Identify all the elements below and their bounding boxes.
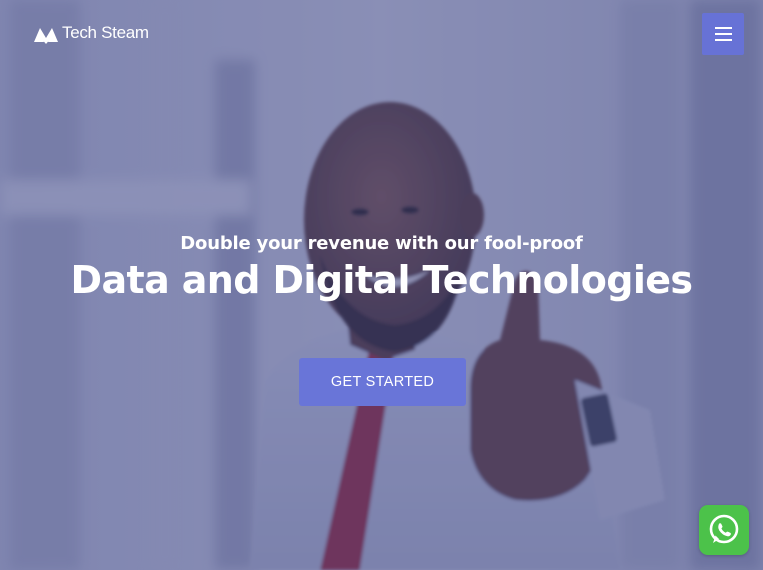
whatsapp-icon [709, 514, 739, 544]
logo-mark-icon [34, 28, 58, 44]
hamburger-menu-button[interactable] [702, 13, 744, 55]
site-header: Tech Steam [0, 0, 763, 68]
hero-tagline: Double your revenue with our fool-proof [180, 233, 583, 254]
get-started-button[interactable]: GET STARTED [299, 358, 466, 406]
hamburger-line [714, 33, 732, 35]
site-logo[interactable]: Tech Steam [33, 22, 149, 44]
hamburger-line [714, 39, 732, 41]
hero-headline: Data and Digital Technologies [70, 258, 694, 302]
logo-text: Tech Steam [62, 23, 149, 42]
hamburger-menu-icon [714, 27, 732, 29]
hero-section: Tech Steam Double your revenue with our … [0, 0, 763, 570]
whatsapp-button[interactable] [699, 505, 749, 555]
